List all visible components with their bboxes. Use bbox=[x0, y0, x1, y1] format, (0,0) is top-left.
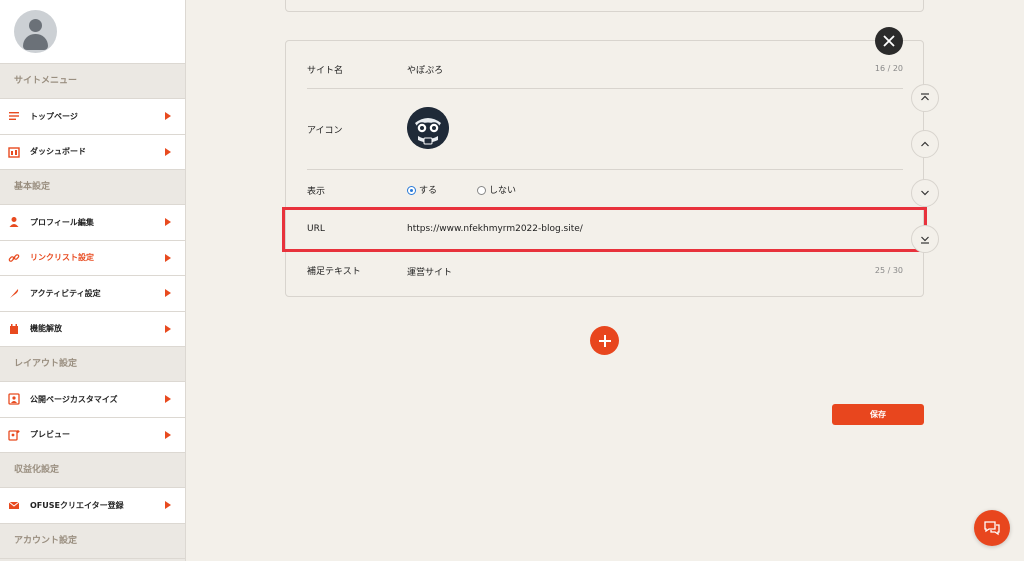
ofuse-icon bbox=[8, 499, 20, 511]
chevron-right-icon bbox=[165, 253, 171, 262]
chevron-right-icon bbox=[165, 147, 171, 156]
chevron-right-icon bbox=[165, 218, 171, 227]
previous-link-card bbox=[285, 0, 924, 12]
link-icon bbox=[8, 252, 20, 264]
move-to-bottom-button[interactable] bbox=[911, 225, 939, 253]
preview-icon bbox=[8, 429, 20, 441]
add-link-button[interactable] bbox=[590, 326, 619, 355]
sidebar-item-features[interactable]: 機能解放 bbox=[0, 311, 185, 347]
sidebar-item-label: アクティビティ設定 bbox=[30, 288, 101, 298]
site-name-counter: 16 / 20 bbox=[874, 64, 903, 73]
sidebar-item-ofuse[interactable]: OFUSEクリエイター登録 bbox=[0, 488, 185, 524]
avatar-head bbox=[29, 19, 42, 32]
section-account-settings: アカウント設定 bbox=[0, 523, 185, 559]
display-no-label: しない bbox=[489, 186, 517, 196]
supplement-label: 補足テキスト bbox=[307, 267, 361, 277]
move-up-button[interactable] bbox=[911, 130, 939, 158]
site-name-label: サイト名 bbox=[307, 66, 344, 76]
radio-selected-icon[interactable] bbox=[407, 186, 416, 195]
unlock-icon bbox=[8, 323, 20, 335]
chevron-right-icon bbox=[165, 289, 171, 298]
chevron-right-icon bbox=[165, 501, 171, 510]
sidebar-item-label: プレビュー bbox=[30, 430, 70, 440]
sidebar-item-link-list[interactable]: リンクリスト設定 bbox=[0, 240, 185, 276]
url-row: URL https://www.nfekhmyrm2022-blog.site/ bbox=[307, 210, 903, 250]
sidebar-item-top-page[interactable]: トップページ bbox=[0, 99, 185, 135]
avatar-body bbox=[23, 34, 48, 50]
site-name-row: サイト名 やぽぷろ 16 / 20 bbox=[307, 41, 903, 89]
double-up-icon bbox=[921, 93, 929, 101]
site-name-input[interactable]: やぽぷろ bbox=[407, 63, 443, 76]
sidebar-item-activity[interactable]: アクティビティ設定 bbox=[0, 276, 185, 312]
section-layout-settings: レイアウト設定 bbox=[0, 347, 185, 382]
close-icon bbox=[883, 35, 895, 47]
chat-button[interactable] bbox=[974, 510, 1010, 546]
chevron-right-icon bbox=[165, 324, 171, 333]
customize-icon bbox=[8, 393, 20, 405]
chevron-down-icon bbox=[921, 190, 929, 196]
chevron-right-icon bbox=[165, 112, 171, 121]
sidebar-item-label: リンクリスト設定 bbox=[30, 253, 94, 263]
move-down-button[interactable] bbox=[911, 179, 939, 207]
sidebar-item-label: ダッシュボード bbox=[30, 147, 86, 157]
section-monetization: 収益化設定 bbox=[0, 453, 185, 488]
link-edit-card: サイト名 やぽぷろ 16 / 20 アイコン 表示 する しない URL htt… bbox=[285, 40, 924, 297]
sidebar-item-profile[interactable]: プロフィール編集 bbox=[0, 205, 185, 241]
icon-row: アイコン bbox=[307, 89, 903, 170]
person-icon bbox=[8, 216, 20, 228]
save-button[interactable]: 保存 bbox=[832, 404, 924, 425]
chat-icon bbox=[984, 521, 1000, 536]
sidebar-item-label: トップページ bbox=[30, 111, 78, 121]
supplement-input[interactable]: 運営サイト bbox=[407, 265, 452, 278]
display-yes-label: する bbox=[419, 186, 438, 196]
section-basic-settings: 基本設定 bbox=[0, 170, 185, 205]
chevron-right-icon bbox=[165, 430, 171, 439]
url-label: URL bbox=[307, 224, 325, 234]
chevron-right-icon bbox=[165, 395, 171, 404]
sidebar: サイトメニュー トップページ ダッシュボード 基本設定 プロフィール編集 リンク… bbox=[0, 0, 186, 561]
quill-icon bbox=[8, 287, 20, 299]
display-option-yes[interactable]: する bbox=[407, 183, 437, 196]
radio-unselected-icon[interactable] bbox=[477, 186, 486, 195]
supplement-counter: 25 / 30 bbox=[874, 266, 903, 275]
sidebar-item-label: 機能解放 bbox=[30, 324, 62, 334]
display-label: 表示 bbox=[307, 187, 326, 197]
list-icon bbox=[8, 110, 20, 122]
close-button[interactable] bbox=[875, 27, 903, 55]
sidebar-item-preview[interactable]: プレビュー bbox=[0, 417, 185, 453]
chevron-up-icon bbox=[921, 141, 929, 147]
site-icon-image[interactable] bbox=[407, 107, 449, 149]
url-input[interactable]: https://www.nfekhmyrm2022-blog.site/ bbox=[407, 224, 583, 234]
dashboard-icon bbox=[8, 146, 20, 158]
section-site-menu: サイトメニュー bbox=[0, 64, 185, 99]
avatar[interactable] bbox=[14, 10, 57, 53]
display-option-no[interactable]: しない bbox=[477, 183, 516, 196]
display-row: 表示 する しない bbox=[307, 170, 903, 210]
sidebar-item-label: プロフィール編集 bbox=[30, 217, 94, 227]
sidebar-item-dashboard[interactable]: ダッシュボード bbox=[0, 134, 185, 170]
double-down-icon bbox=[921, 236, 929, 244]
plus-icon bbox=[598, 334, 611, 347]
sidebar-item-customize[interactable]: 公開ページカスタマイズ bbox=[0, 382, 185, 418]
move-to-top-button[interactable] bbox=[911, 84, 939, 112]
sidebar-header bbox=[0, 0, 185, 64]
supplement-row: 補足テキスト 運営サイト 25 / 30 bbox=[307, 250, 903, 290]
sidebar-item-label: OFUSEクリエイター登録 bbox=[30, 500, 124, 510]
sidebar-item-label: 公開ページカスタマイズ bbox=[30, 394, 118, 404]
icon-label: アイコン bbox=[307, 126, 343, 136]
